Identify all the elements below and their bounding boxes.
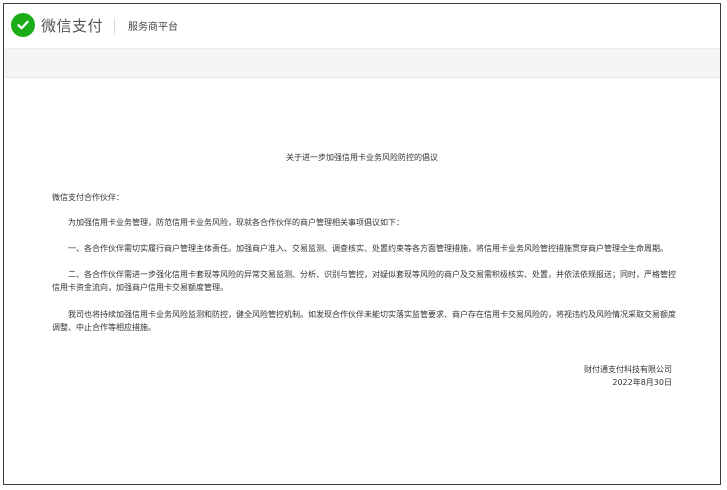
signature-date: 2022年8月30日: [612, 378, 672, 387]
notice-item-2: 二、各合作伙伴需进一步强化信用卡套现等风险的异常交易监测、分析、识别与管控，对疑…: [52, 270, 676, 292]
browser-frame: 微信支付 服务商平台 关于进一步加强信用卡业务风险防控的倡议 微信支付合作伙伴：…: [3, 3, 721, 485]
top-header: 微信支付 服务商平台: [4, 4, 720, 49]
notice-item-1: 一、各合作伙伴需切实履行商户管理主体责任。加强商户准入、交易监测、调查核实、处置…: [68, 244, 668, 253]
notice-content: 关于进一步加强信用卡业务风险防控的倡议 微信支付合作伙伴： 为加强信用卡业务管理…: [4, 78, 720, 484]
signature-company: 财付通支付科技有限公司: [584, 365, 672, 374]
wechat-pay-logo[interactable]: 微信支付: [11, 13, 103, 37]
notice-intro: 为加强信用卡业务管理，防范信用卡业务风险，现就各合作伙伴的商户管理相关事项倡议如…: [68, 218, 404, 227]
wechat-pay-check-icon: [11, 13, 35, 37]
sub-navigation-bar: [4, 49, 720, 78]
notice-greeting: 微信支付合作伙伴：: [52, 193, 124, 202]
header-divider: [114, 18, 115, 34]
brand-name: 微信支付: [41, 16, 104, 35]
notice-closing: 我司也将持续加强信用卡业务风险监测和防控，健全风险管控机制。如发现合作伙伴未能切…: [52, 310, 676, 332]
platform-name[interactable]: 服务商平台: [128, 18, 178, 33]
notice-title: 关于进一步加强信用卡业务风险防控的倡议: [286, 153, 438, 162]
